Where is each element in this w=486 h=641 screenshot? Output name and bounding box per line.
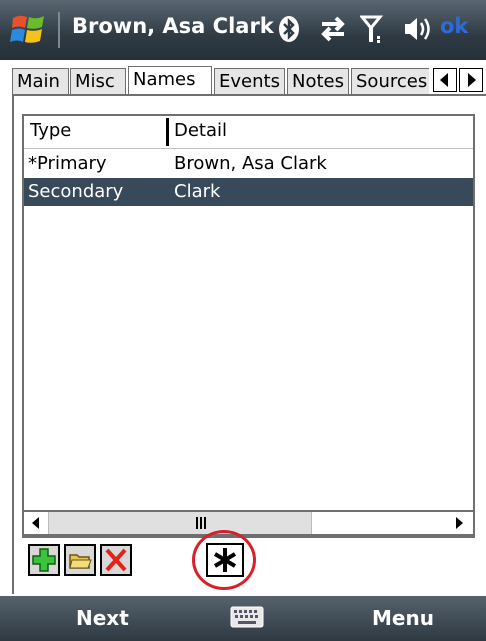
scroll-thumb[interactable] [48, 512, 312, 534]
add-button[interactable] [28, 544, 60, 576]
tab-baseline [12, 94, 486, 96]
title-separator [58, 12, 60, 48]
tab-main[interactable]: Main [12, 68, 69, 94]
column-header-detail[interactable]: Detail [174, 120, 227, 141]
cell-detail: Clark [174, 181, 221, 202]
windows-start-icon[interactable] [10, 12, 48, 48]
scroll-left-button[interactable] [24, 512, 48, 534]
tab-strip: Main Misc Names Events Notes Sources [12, 66, 486, 96]
menu-softkey[interactable]: Menu [372, 606, 434, 630]
tab-scroll-buttons [429, 66, 486, 94]
column-divider[interactable] [166, 118, 169, 146]
bluetooth-icon[interactable] [278, 14, 300, 44]
add-icon [32, 548, 56, 572]
tab-scroll-left-button[interactable] [433, 68, 457, 92]
list-header: Type Detail [24, 116, 473, 149]
ok-button[interactable]: ok [440, 14, 468, 38]
highlight-circle-annotation [192, 530, 256, 590]
tab-misc[interactable]: Misc [70, 68, 126, 94]
cell-type: Secondary [28, 181, 124, 202]
names-list[interactable]: Type Detail *Primary Brown, Asa Clark Se… [22, 114, 475, 538]
list-item-selected[interactable]: Secondary Clark [24, 178, 473, 206]
edit-button[interactable] [64, 544, 96, 576]
grip-icon [196, 517, 206, 529]
scroll-right-button[interactable] [447, 512, 471, 534]
tab-events[interactable]: Events [214, 68, 285, 94]
next-softkey[interactable]: Next [76, 606, 129, 630]
data-connection-icon[interactable] [318, 14, 348, 44]
title-bar: Brown, Asa Clark ok [0, 0, 486, 60]
cell-type: *Primary [28, 153, 107, 174]
tab-scroll-right-icon [468, 73, 476, 87]
cell-detail: Brown, Asa Clark [174, 153, 327, 174]
delete-icon [105, 548, 127, 572]
column-header-type[interactable]: Type [30, 120, 71, 141]
list-item[interactable]: *Primary Brown, Asa Clark [24, 150, 473, 178]
keyboard-icon[interactable] [230, 606, 264, 628]
tab-names[interactable]: Names [128, 66, 212, 96]
edit-folder-icon [69, 554, 92, 569]
tab-sources[interactable]: Sources [351, 68, 431, 94]
horizontal-scrollbar[interactable] [22, 510, 475, 536]
volume-icon[interactable] [402, 14, 432, 44]
tab-scroll-right-button[interactable] [459, 68, 483, 92]
tab-notes[interactable]: Notes [287, 68, 349, 94]
delete-button[interactable] [100, 544, 132, 576]
scroll-right-icon [456, 517, 463, 529]
signal-strength-icon[interactable] [360, 14, 386, 44]
scroll-left-icon [32, 517, 39, 529]
panel-border [12, 94, 14, 594]
softkey-bar: Next Menu [0, 596, 486, 641]
window-title: Brown, Asa Clark [72, 14, 274, 38]
tab-scroll-left-icon [440, 73, 448, 87]
